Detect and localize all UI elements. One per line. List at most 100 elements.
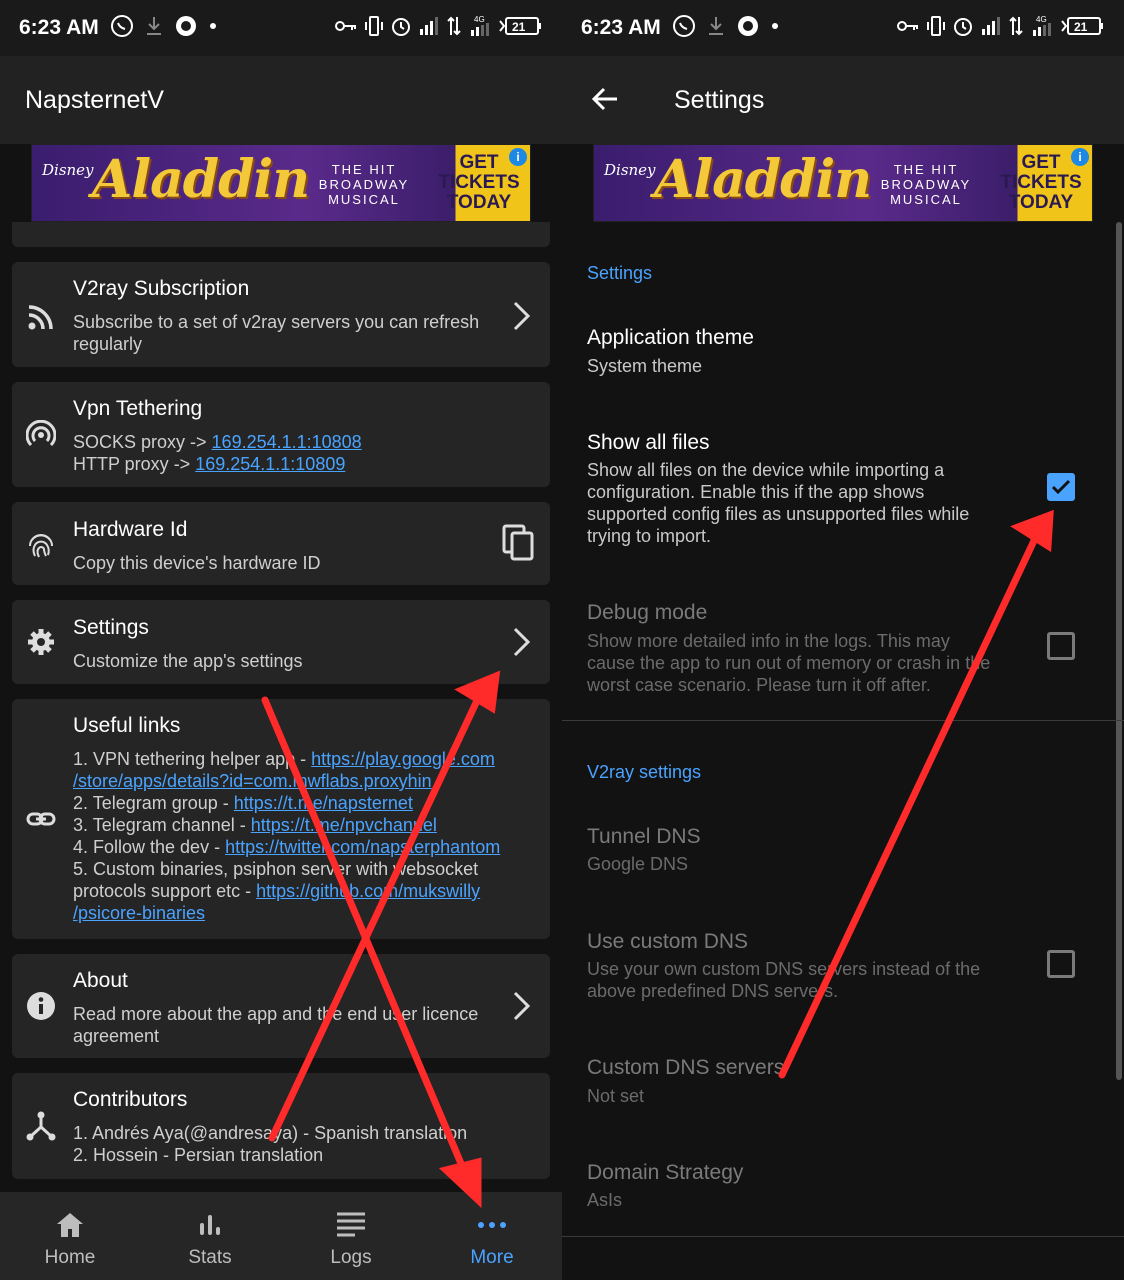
play-store-link-cont[interactable]: /store/apps/details?id=com.mwflabs.proxy… xyxy=(73,771,432,791)
custom-dns-checkbox[interactable] xyxy=(1047,950,1075,978)
vibrate-icon xyxy=(365,16,383,36)
ad-brand: Disney xyxy=(604,161,656,179)
svg-text:21: 21 xyxy=(1074,20,1088,34)
svg-text:21: 21 xyxy=(512,20,526,34)
vpn-key-icon xyxy=(897,21,918,31)
signal-icon xyxy=(982,17,1000,35)
list-item: 5. Custom binaries, psiphon server with … xyxy=(73,859,479,879)
contributor-2: 2. Hossein - Persian translation xyxy=(73,1145,324,1165)
pref-title: Application theme xyxy=(587,326,754,349)
github-link[interactable]: https://github.com/mukswilly xyxy=(256,881,480,901)
ad-info-icon[interactable]: i xyxy=(1071,148,1089,166)
pref-title: Show all files xyxy=(587,431,710,454)
more-icon xyxy=(478,1222,506,1228)
app-bar: NapsternetV xyxy=(0,56,562,144)
socks-proxy-link[interactable]: 169.254.1.1:10808 xyxy=(212,432,362,452)
link-icon xyxy=(26,812,56,826)
link-list: 1. VPN tethering helper app - https://pl… xyxy=(73,748,543,924)
card-settings[interactable]: Settings Customize the app's settings xyxy=(12,600,550,684)
nav-stats[interactable]: Stats xyxy=(140,1192,280,1280)
list-item: /psicore-binaries xyxy=(73,902,543,924)
card-title: Useful links xyxy=(73,714,181,737)
card-desc: Read more about the app and the end user… xyxy=(73,1004,479,1046)
partial-card xyxy=(12,222,550,247)
pref-desc: Show all files on the device while impor… xyxy=(587,460,970,546)
gear-icon xyxy=(28,629,54,655)
svg-text:4G: 4G xyxy=(1036,15,1047,24)
ad-banner[interactable]: Disney Aladdin THE HIT BROADWAY MUSICAL … xyxy=(593,144,1093,222)
signal-icon xyxy=(420,17,438,35)
scrollbar[interactable] xyxy=(1116,222,1122,1080)
bottom-nav: Home Stats Logs More xyxy=(0,1192,562,1280)
status-time: 6:23 AM xyxy=(19,16,99,39)
nav-home[interactable]: Home xyxy=(0,1192,140,1280)
nav-label: More xyxy=(470,1247,514,1268)
telegram-group-link[interactable]: https://t.me/napsternet xyxy=(234,793,413,813)
status-bar: 6:23 AM 4G 21 xyxy=(0,0,562,56)
battery-icon: 21 xyxy=(499,17,541,35)
divider xyxy=(562,1236,1124,1237)
ad-info-icon[interactable]: i xyxy=(509,148,527,166)
home-icon xyxy=(57,1213,83,1237)
pref-title: Debug mode xyxy=(587,601,708,624)
fingerprint-icon xyxy=(29,534,53,558)
check-icon xyxy=(1051,479,1071,495)
socks-proxy-line: SOCKS proxy -> 169.254.1.1:10808 xyxy=(73,432,362,452)
whatsapp-icon xyxy=(111,15,133,37)
settings-screen: 6:23 AM 4G 21 Settings Disney Aladdin TH… xyxy=(562,0,1124,1280)
ad-subtitle: THE HIT BROADWAY MUSICAL xyxy=(318,162,410,207)
list-item: 1. VPN tethering helper app - https://pl… xyxy=(73,749,495,769)
page-title: Settings xyxy=(674,86,765,114)
telegram-channel-link[interactable]: https://t.me/npvchannel xyxy=(251,815,437,835)
ad-banner[interactable]: Disney Aladdin THE HIT BROADWAY MUSICAL … xyxy=(31,144,531,222)
signal-4g-icon: 4G xyxy=(1033,15,1051,36)
card-contributors: Contributors 1. Andrés Aya(@andresaya) -… xyxy=(12,1073,550,1179)
ad-brand: Disney xyxy=(42,161,94,179)
debug-mode-checkbox[interactable] xyxy=(1047,632,1075,660)
card-desc: Customize the app's settings xyxy=(73,651,303,671)
download-icon xyxy=(709,17,723,35)
ad-subtitle: THE HIT BROADWAY MUSICAL xyxy=(880,162,972,207)
hotspot-icon xyxy=(26,420,56,447)
github-link-cont[interactable]: /psicore-binaries xyxy=(73,903,205,923)
logs-icon xyxy=(337,1212,365,1237)
card-v2ray-subscription[interactable]: V2ray Subscription Subscribe to a set of… xyxy=(12,262,550,367)
rss-icon xyxy=(28,305,53,330)
main-screen: 6:23 AM 4G 21 NapsternetV Disney Aladdin… xyxy=(0,0,562,1280)
nav-logs[interactable]: Logs xyxy=(281,1192,421,1280)
pref-title: Use custom DNS xyxy=(587,930,749,953)
http-proxy-link[interactable]: 169.254.1.1:10809 xyxy=(195,454,345,474)
nav-more[interactable]: More xyxy=(422,1192,562,1280)
vibrate-icon xyxy=(927,16,945,36)
card-about[interactable]: About Read more about the app and the en… xyxy=(12,954,550,1058)
ad-title: Aladdin xyxy=(92,149,310,210)
card-vpn-tethering[interactable]: Vpn Tethering SOCKS proxy -> 169.254.1.1… xyxy=(12,382,550,487)
pref-title: Domain Strategy xyxy=(587,1161,744,1184)
app-bar: Settings xyxy=(562,56,1124,144)
app-title: NapsternetV xyxy=(25,86,164,114)
alarm-icon xyxy=(954,18,972,36)
whatsapp-icon xyxy=(673,15,695,37)
browser-icon xyxy=(176,16,196,36)
data-transfer-icon xyxy=(447,16,461,36)
list-item: 4. Follow the dev - https://twitter.com/… xyxy=(73,837,501,857)
alarm-icon xyxy=(392,18,410,36)
card-title: Settings xyxy=(73,616,149,639)
vpn-key-icon xyxy=(335,21,356,31)
card-title: Contributors xyxy=(73,1088,188,1111)
pref-value: Google DNS xyxy=(587,854,689,874)
card-hardware-id[interactable]: Hardware Id Copy this device's hardware … xyxy=(12,502,550,585)
play-store-link[interactable]: https://play.google.com xyxy=(311,749,495,769)
chevron-right-icon xyxy=(513,991,531,1021)
card-title: About xyxy=(73,969,128,992)
show-all-files-checkbox[interactable] xyxy=(1047,473,1075,501)
nav-label: Home xyxy=(44,1247,96,1268)
card-title: Hardware Id xyxy=(73,518,188,541)
list-item: 2. Telegram group - https://t.me/napster… xyxy=(73,793,413,813)
stats-icon xyxy=(200,1215,220,1235)
twitter-link[interactable]: https://twitter.com/napsterphantom xyxy=(225,837,500,857)
card-title: Vpn Tethering xyxy=(73,397,203,420)
back-arrow-icon[interactable] xyxy=(590,84,620,114)
copy-icon[interactable] xyxy=(502,524,536,562)
card-desc: Subscribe to a set of v2ray servers you … xyxy=(73,312,480,354)
